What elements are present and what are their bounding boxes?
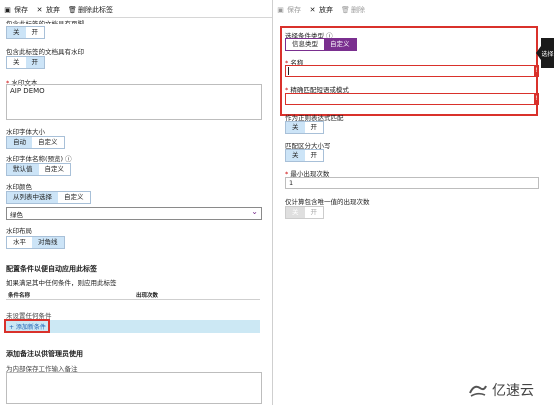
auto-apply-heading: 配置条件以便自动应用此标签 — [6, 265, 97, 273]
color-select[interactable]: 绿色 ⌄ — [6, 207, 262, 220]
trash-icon: 🗑 — [341, 5, 350, 14]
regex-toggle[interactable]: 关 开 — [285, 121, 324, 134]
toggle-off-option[interactable]: 关 — [286, 150, 305, 161]
option-horizontal[interactable]: 水平 — [7, 237, 32, 248]
footer-label: 包含此标签的文档具有页脚 — [6, 20, 84, 24]
toggle-on-option[interactable]: 开 — [25, 57, 44, 68]
option-custom[interactable]: 自定义 — [38, 164, 70, 175]
save-button[interactable]: ▣ 保存 — [277, 5, 301, 15]
toggle-on-option[interactable]: 开 — [304, 122, 323, 133]
notes-textarea[interactable] — [6, 372, 262, 404]
option-info-type[interactable]: 信息类型 — [286, 39, 324, 50]
discard-button[interactable]: ✕ 放弃 — [36, 5, 60, 15]
option-custom[interactable]: 自定义 — [324, 39, 356, 50]
chevron-down-icon: ⌄ — [251, 207, 258, 216]
match-input[interactable]: ! — [285, 93, 539, 105]
column-occurrences: 出现次数 — [136, 293, 159, 299]
discard-button[interactable]: ✕ 放弃 — [309, 5, 333, 15]
info-icon: ⓘ — [65, 155, 72, 163]
conditions-table-header: 条件名称 出现次数 — [6, 290, 260, 300]
right-command-bar: ▣ 保存 ✕ 放弃 🗑 删除 — [273, 3, 545, 17]
watermark-toggle[interactable]: 关 开 — [6, 56, 45, 69]
condition-type-toggle[interactable]: 信息类型 自定义 — [285, 38, 357, 51]
logo-icon — [469, 385, 487, 397]
label-settings-panel: ▣ 保存 ✕ 放弃 🗑 删除此标签 包含此标签的文档具有页脚 关 开 包含此标签的文档… — [0, 0, 273, 405]
case-toggle[interactable]: 关 开 — [285, 149, 324, 162]
condition-panel: ▣ 保存 ✕ 放弃 🗑 删除 选择条件类型 ⓘ 信息类型 自定义 * 名称 ! * 精… — [273, 0, 554, 405]
unique-toggle[interactable]: 关 开 — [285, 206, 324, 219]
watermark-text-input[interactable]: AIP DEMO — [6, 84, 262, 120]
error-icon: ! — [534, 93, 539, 105]
toggle-off-option[interactable]: 关 — [7, 27, 26, 38]
layout-label: 水印布局 — [6, 227, 32, 235]
close-icon: ✕ — [36, 5, 43, 14]
close-icon: ✕ — [309, 5, 316, 14]
watermark-label: 包含此标签的文档具有水印 — [6, 48, 84, 56]
edge-tab-pointer — [536, 46, 541, 60]
toggle-off-option[interactable]: 关 — [286, 207, 305, 218]
toggle-on-option[interactable]: 开 — [304, 207, 323, 218]
column-condition-name: 条件名称 — [8, 293, 31, 299]
toggle-off-option[interactable]: 关 — [286, 122, 305, 133]
font-name-toggle[interactable]: 默认值 自定义 — [6, 163, 71, 176]
notes-heading: 添加备注以供管理员使用 — [6, 350, 83, 358]
min-occurrences-input[interactable]: 1 — [285, 177, 539, 189]
option-custom[interactable]: 自定义 — [32, 137, 64, 148]
delete-button[interactable]: 🗑 删除 — [341, 5, 365, 15]
option-auto[interactable]: 自动 — [7, 137, 32, 148]
save-button[interactable]: ▣ 保存 — [4, 5, 28, 15]
name-input[interactable]: ! — [285, 65, 539, 77]
color-source-toggle[interactable]: 从列表中选择 自定义 — [6, 191, 91, 204]
error-icon: ! — [534, 65, 539, 77]
toggle-off-option[interactable]: 关 — [7, 57, 26, 68]
text-cursor — [288, 67, 289, 75]
save-icon: ▣ — [4, 5, 11, 14]
option-custom[interactable]: 自定义 — [58, 192, 90, 203]
left-command-bar: ▣ 保存 ✕ 放弃 🗑 删除此标签 — [0, 3, 272, 18]
font-name-label: 水印字体名称(预览) ⓘ — [6, 155, 72, 163]
unique-label: 仅计算包含唯一值的出现次数 — [285, 198, 370, 206]
layout-toggle[interactable]: 水平 对角线 — [6, 236, 65, 249]
auto-apply-description: 如果满足其中任何条件，则应用此标签 — [6, 279, 117, 287]
trash-icon: 🗑 — [68, 5, 77, 14]
color-label: 水印颜色 — [6, 183, 32, 191]
option-diagonal[interactable]: 对角线 — [32, 237, 64, 248]
toggle-on-option[interactable]: 开 — [304, 150, 323, 161]
next-blade-edge-tab[interactable]: 选择 — [541, 38, 554, 68]
option-default[interactable]: 默认值 — [7, 164, 39, 175]
add-condition-button[interactable]: + 添加新条件 — [4, 319, 50, 333]
watermark-logo: 亿速云 — [468, 380, 534, 400]
option-from-list[interactable]: 从列表中选择 — [7, 192, 58, 203]
font-size-toggle[interactable]: 自动 自定义 — [6, 136, 65, 149]
save-icon: ▣ — [277, 5, 284, 14]
footer-toggle[interactable]: 关 开 — [6, 26, 45, 39]
font-size-label: 水印字体大小 — [6, 128, 45, 136]
delete-label-button[interactable]: 🗑 删除此标签 — [68, 5, 113, 15]
toggle-on-option[interactable]: 开 — [25, 27, 44, 38]
